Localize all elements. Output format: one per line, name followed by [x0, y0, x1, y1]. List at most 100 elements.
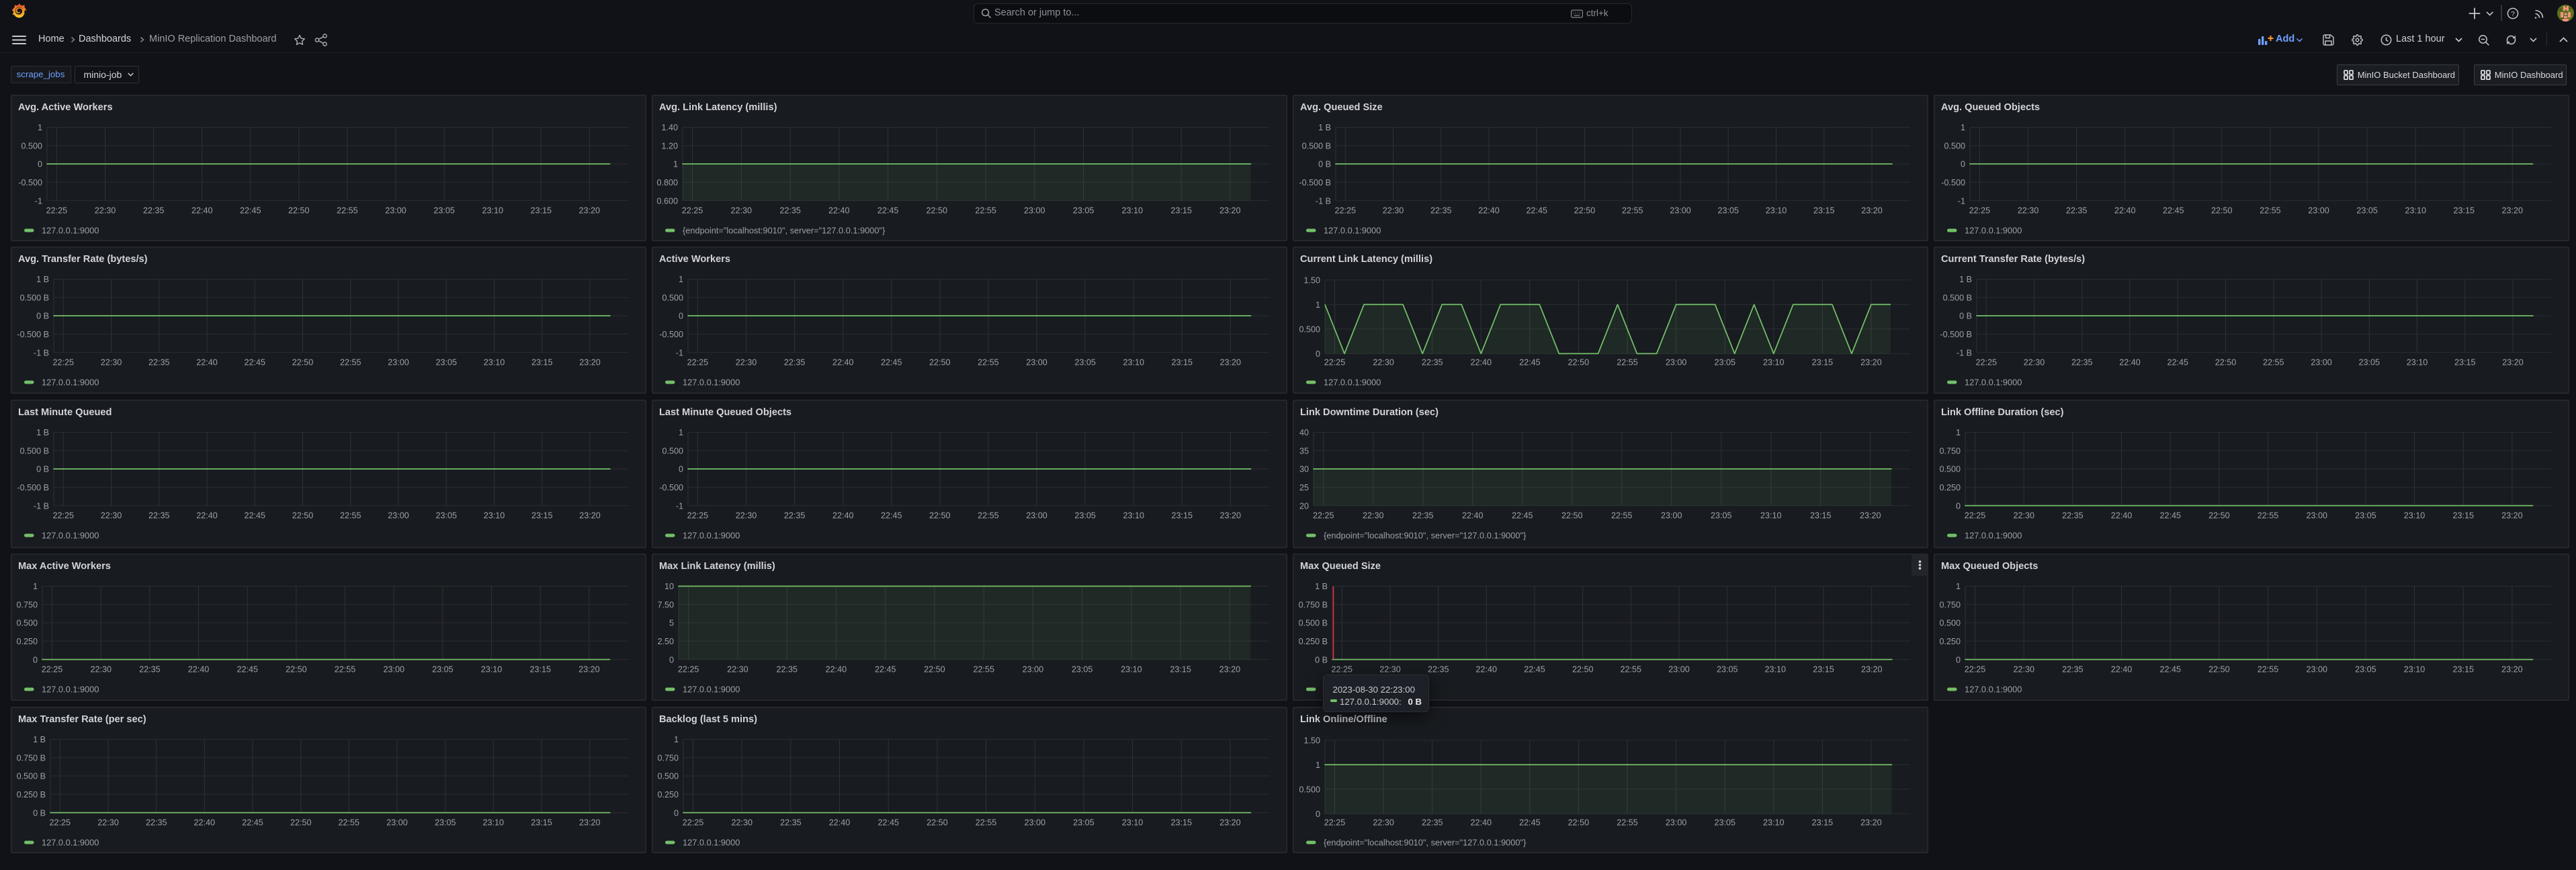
svg-text:23:15: 23:15	[531, 818, 552, 828]
svg-text:127.0.0.1:9000: 127.0.0.1:9000	[1324, 378, 1381, 388]
svg-text:23:05: 23:05	[1074, 511, 1096, 521]
svg-text:22:40: 22:40	[188, 665, 210, 675]
svg-text:Max Queued Size: Max Queued Size	[1300, 561, 1381, 572]
svg-text:0.250: 0.250	[16, 637, 38, 646]
svg-text:23:20: 23:20	[1861, 665, 1883, 675]
svg-text:0: 0	[1316, 810, 1320, 819]
svg-text:22:40: 22:40	[1476, 665, 1498, 675]
svg-text:23:05: 23:05	[1717, 206, 1739, 216]
svg-text:Max Link Latency (millis): Max Link Latency (millis)	[659, 561, 775, 572]
svg-text:10: 10	[664, 582, 674, 591]
svg-text:1: 1	[1956, 428, 1961, 437]
svg-text:22:40: 22:40	[196, 511, 218, 521]
svg-text:23:05: 23:05	[433, 206, 455, 216]
svg-text:Avg. Link Latency (millis): Avg. Link Latency (millis)	[659, 102, 777, 113]
svg-text:35: 35	[1299, 447, 1309, 456]
svg-text:22:25: 22:25	[1965, 511, 1986, 521]
svg-text:{endpoint="localhost:9010", se: {endpoint="localhost:9010", server="127.…	[683, 226, 886, 236]
svg-text:22:45: 22:45	[240, 206, 261, 216]
svg-text:23:00: 23:00	[388, 358, 409, 367]
svg-text:22:55: 22:55	[978, 358, 999, 367]
svg-text:0.500: 0.500	[657, 772, 679, 781]
svg-text:23:20: 23:20	[2501, 665, 2523, 675]
svg-text:0: 0	[38, 160, 42, 169]
svg-text:22:30: 22:30	[1373, 818, 1394, 828]
svg-text:127.0.0.1:9000: 127.0.0.1:9000	[1965, 685, 2022, 695]
svg-text:22:30: 22:30	[731, 206, 753, 216]
svg-text:23:10: 23:10	[1763, 358, 1785, 367]
svg-text:0: 0	[1956, 501, 1961, 511]
svg-text:23:15: 23:15	[1813, 206, 1835, 216]
svg-text:0.500: 0.500	[16, 619, 38, 628]
svg-text:0.750: 0.750	[657, 754, 679, 763]
svg-text:23:20: 23:20	[579, 818, 601, 828]
svg-text:22:50: 22:50	[2208, 665, 2230, 675]
svg-text:0: 0	[1956, 655, 1961, 664]
svg-text:0.250: 0.250	[1939, 637, 1961, 646]
svg-text:23:15: 23:15	[1170, 665, 1191, 675]
svg-text:22:50: 22:50	[1568, 818, 1590, 828]
svg-text:0: 0	[669, 655, 674, 664]
svg-text:-0.500 B: -0.500 B	[1940, 330, 1972, 339]
svg-text:0: 0	[1316, 349, 1320, 359]
svg-text:0.750 B: 0.750 B	[17, 754, 46, 763]
svg-text:23:20: 23:20	[2501, 511, 2523, 521]
svg-text:127.0.0.1:9000: 127.0.0.1:9000	[42, 531, 99, 541]
svg-text:-1: -1	[35, 196, 42, 206]
svg-text:1: 1	[679, 428, 683, 437]
svg-text:22:50: 22:50	[292, 358, 314, 367]
svg-text:22:25: 22:25	[46, 206, 68, 216]
svg-text:1.50: 1.50	[1303, 275, 1320, 285]
svg-text:22:45: 22:45	[1519, 818, 1541, 828]
svg-text:23:00: 23:00	[386, 818, 408, 828]
svg-text:22:50: 22:50	[2208, 511, 2230, 521]
svg-text:22:25: 22:25	[50, 818, 71, 828]
svg-text:-0.500: -0.500	[1941, 178, 1965, 187]
svg-text:23:10: 23:10	[1123, 358, 1144, 367]
svg-text:22:35: 22:35	[776, 665, 798, 675]
svg-text:1 B: 1 B	[1318, 123, 1331, 132]
svg-text:1: 1	[33, 582, 38, 591]
svg-text:23:10: 23:10	[1765, 665, 1787, 675]
svg-text:22:55: 22:55	[337, 206, 358, 216]
svg-text:23:20: 23:20	[2502, 358, 2524, 367]
svg-text:0 B: 0 B	[36, 465, 49, 474]
svg-text:22:30: 22:30	[1363, 511, 1384, 521]
svg-text:0 B: 0 B	[1318, 160, 1331, 169]
svg-text:0.250 B: 0.250 B	[17, 790, 46, 799]
svg-text:23:15: 23:15	[1171, 358, 1193, 367]
svg-text:23:00: 23:00	[1661, 511, 1682, 521]
svg-text:127.0.0.1:9000: 127.0.0.1:9000	[683, 838, 740, 848]
svg-text:22:35: 22:35	[1422, 358, 1443, 367]
svg-text:0.750: 0.750	[16, 601, 38, 610]
svg-text:22:50: 22:50	[1568, 358, 1590, 367]
svg-text:23:05: 23:05	[2358, 358, 2380, 367]
svg-text:22:35: 22:35	[2062, 665, 2084, 675]
svg-text:23:20: 23:20	[1860, 818, 1882, 828]
svg-text:22:45: 22:45	[237, 665, 258, 675]
svg-text:0.500: 0.500	[1939, 465, 1961, 474]
svg-text:23:00: 23:00	[1026, 511, 1047, 521]
svg-text:23:20: 23:20	[1219, 206, 1241, 216]
svg-text:22:55: 22:55	[2258, 511, 2279, 521]
svg-text:22:25: 22:25	[682, 206, 703, 216]
svg-text:1: 1	[1956, 582, 1961, 591]
svg-text:22:25: 22:25	[687, 358, 709, 367]
svg-text:22:50: 22:50	[927, 206, 948, 216]
svg-text:22:55: 22:55	[340, 358, 361, 367]
svg-text:23:15: 23:15	[1170, 206, 1192, 216]
svg-text:23:10: 23:10	[1122, 818, 1144, 828]
svg-text:0.500: 0.500	[1944, 142, 1965, 151]
svg-text:23:20: 23:20	[578, 665, 600, 675]
svg-text:0.500 B: 0.500 B	[17, 772, 46, 781]
svg-text:0 B: 0 B	[33, 808, 46, 818]
svg-text:23:15: 23:15	[1171, 511, 1193, 521]
svg-text:1: 1	[1316, 300, 1320, 310]
svg-text:22:45: 22:45	[244, 511, 265, 521]
svg-text:23:15: 23:15	[530, 206, 552, 216]
svg-text:22:30: 22:30	[736, 511, 757, 521]
svg-text:22:45: 22:45	[1524, 665, 1545, 675]
svg-text:22:55: 22:55	[975, 206, 996, 216]
svg-text:22:30: 22:30	[101, 511, 122, 521]
svg-text:Avg. Transfer Rate (bytes/s): Avg. Transfer Rate (bytes/s)	[18, 254, 148, 265]
